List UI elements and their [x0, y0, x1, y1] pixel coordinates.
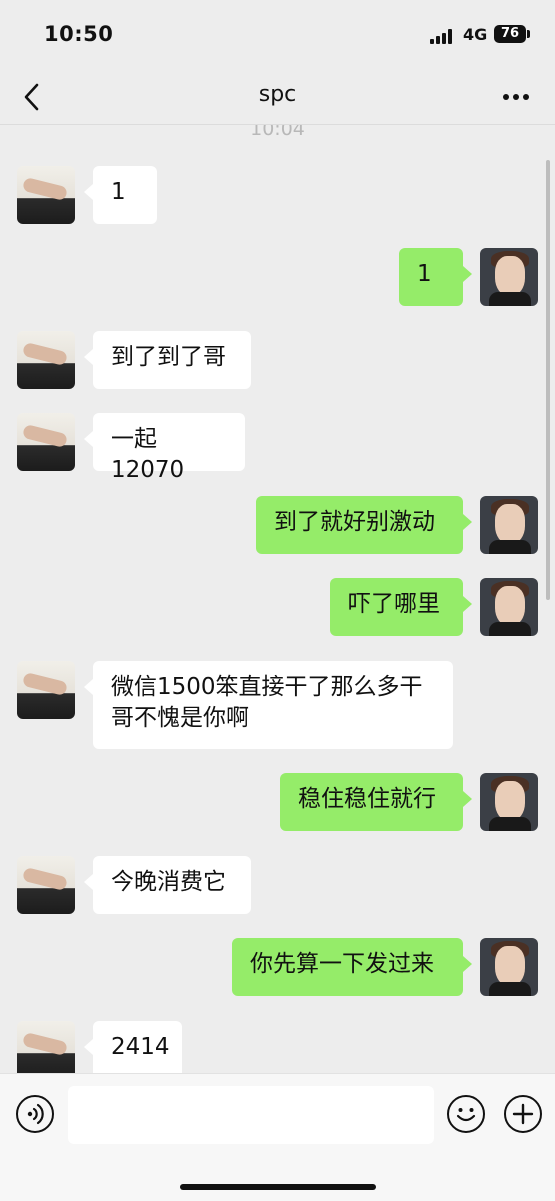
input-bar	[0, 1073, 555, 1201]
my-avatar[interactable]	[480, 248, 538, 306]
voice-icon[interactable]	[16, 1095, 54, 1133]
received-message[interactable]: 2414	[84, 1021, 182, 1073]
chat-messages[interactable]: 10:04 1 1 到了到了哥 一起12070 到了就好别激动 吓了哪里 微信1…	[0, 125, 555, 1073]
received-message[interactable]: 今晚消费它	[84, 856, 251, 914]
battery-icon: 76	[494, 25, 526, 43]
sent-message[interactable]: 稳住稳住就行	[280, 773, 472, 831]
received-message[interactable]: 到了到了哥	[84, 331, 251, 389]
scrollbar[interactable]	[546, 160, 550, 600]
sent-message[interactable]: 你先算一下发过来	[232, 938, 472, 996]
more-dots-icon[interactable]	[503, 94, 531, 102]
contact-avatar[interactable]	[17, 331, 75, 389]
chat-title: spc	[258, 82, 297, 107]
received-message[interactable]: 微信1500笨直接干了那么多干哥不愧是你啊	[84, 661, 453, 749]
status-time: 10:50	[44, 22, 114, 46]
my-avatar[interactable]	[480, 938, 538, 996]
network-type: 4G	[463, 25, 488, 44]
message-input[interactable]	[68, 1086, 434, 1144]
my-avatar[interactable]	[480, 773, 538, 831]
home-indicator[interactable]	[180, 1184, 376, 1190]
received-message[interactable]: 1	[84, 166, 157, 224]
contact-avatar[interactable]	[17, 856, 75, 914]
sent-message[interactable]: 到了就好别激动	[256, 496, 472, 554]
status-bar: 10:50 4G 76	[0, 0, 555, 70]
message-timestamp: 10:04	[250, 125, 305, 140]
battery-tip	[527, 30, 530, 38]
chat-header: spc	[0, 70, 555, 125]
plus-icon[interactable]	[504, 1095, 542, 1133]
received-message[interactable]: 一起12070	[84, 413, 245, 483]
contact-avatar[interactable]	[17, 413, 75, 471]
signal-icon	[430, 28, 456, 44]
contact-avatar[interactable]	[17, 166, 75, 224]
my-avatar[interactable]	[480, 496, 538, 554]
my-avatar[interactable]	[480, 578, 538, 636]
sent-message[interactable]: 吓了哪里	[330, 578, 472, 636]
contact-avatar[interactable]	[17, 1021, 75, 1073]
emoji-icon[interactable]	[447, 1095, 485, 1133]
sent-message[interactable]: 1	[399, 248, 472, 306]
contact-avatar[interactable]	[17, 661, 75, 719]
